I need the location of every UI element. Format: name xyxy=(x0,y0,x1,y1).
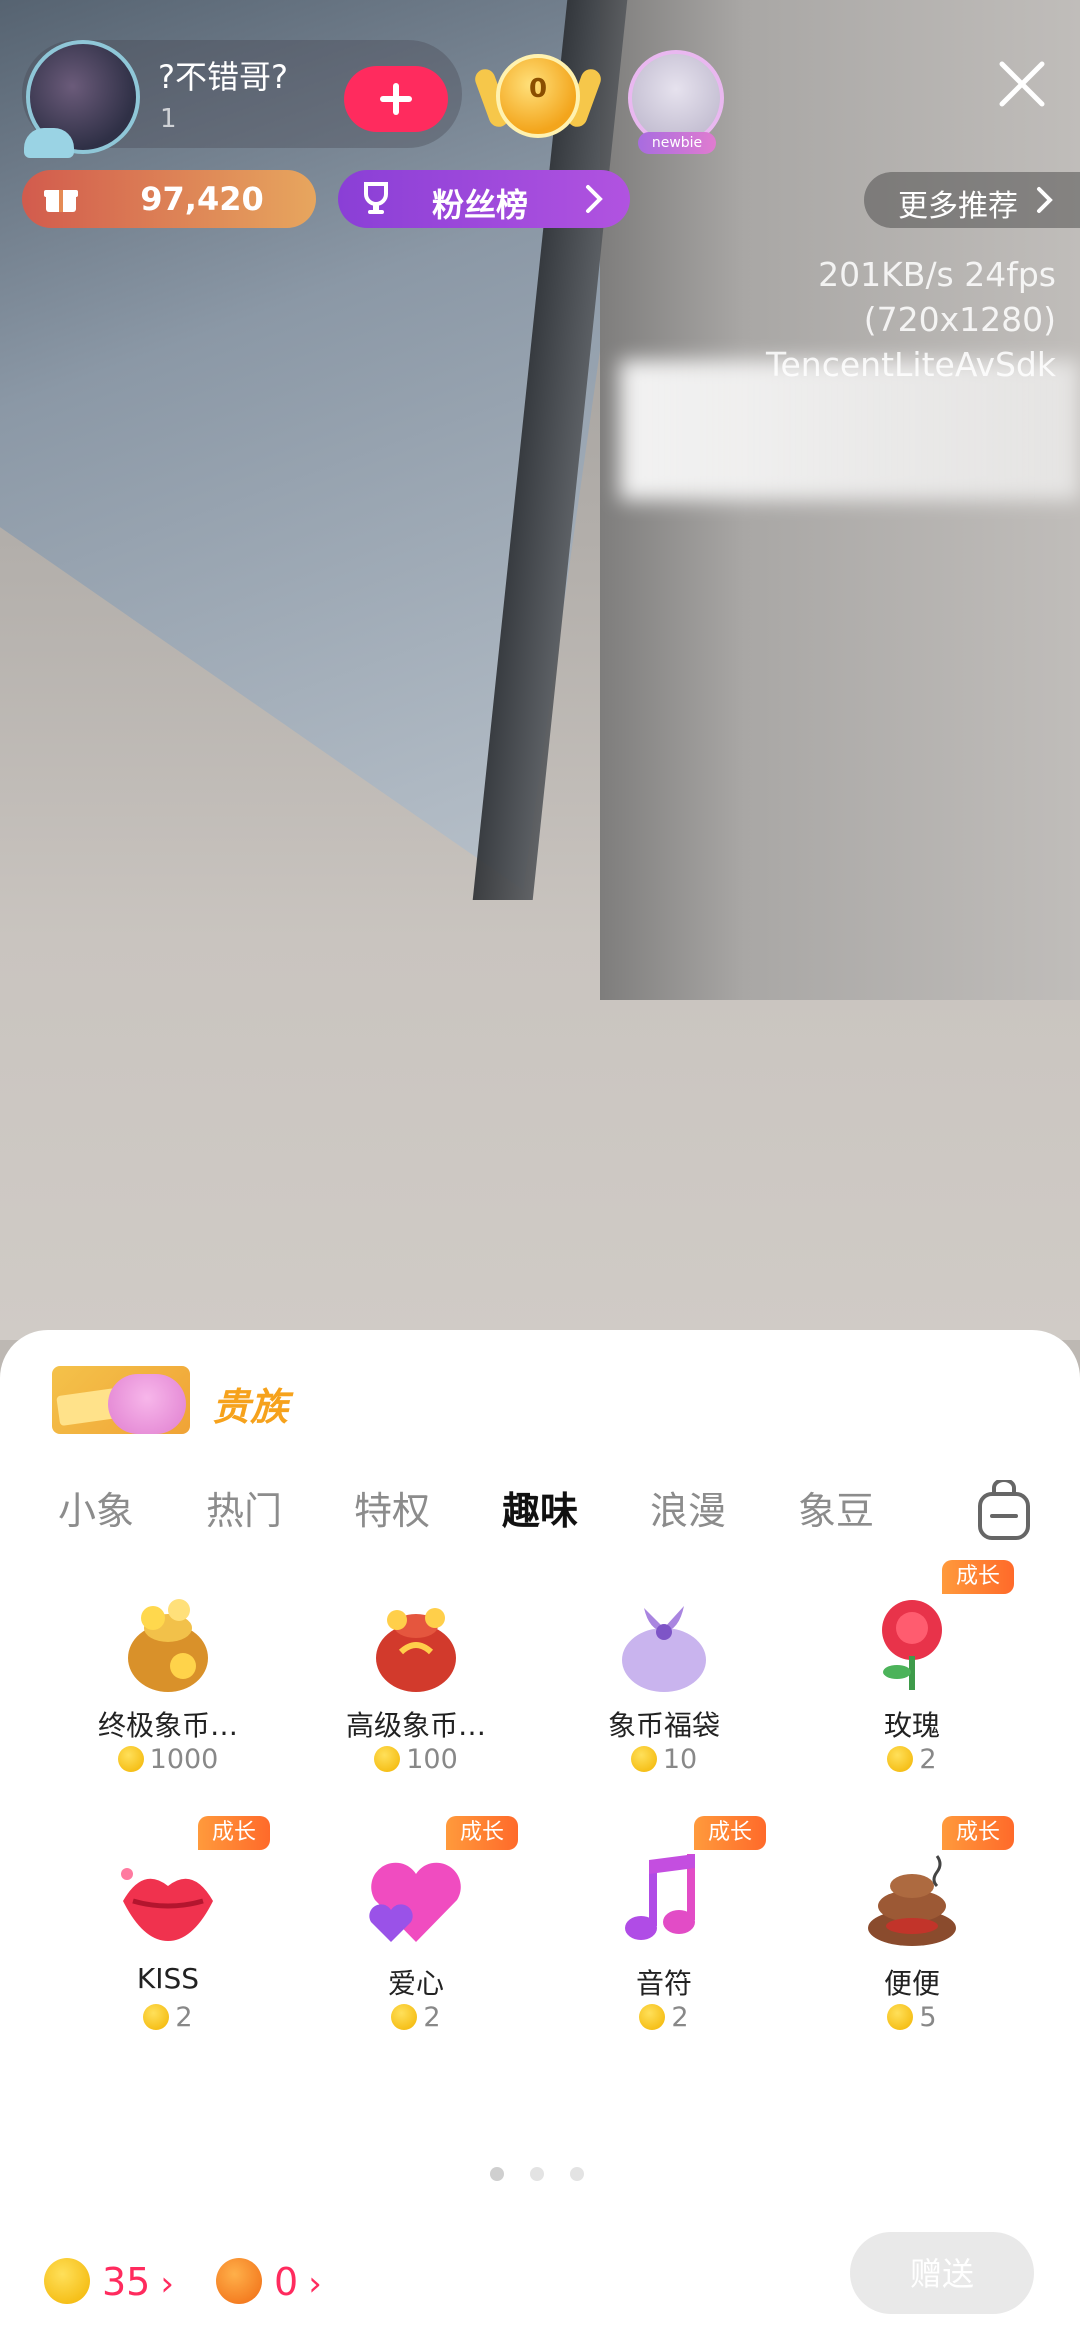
gift-item-music-note[interactable]: 成长 音符 2 xyxy=(534,1816,784,2066)
newbie-avatar-badge[interactable]: newbie xyxy=(620,42,732,154)
gift-price: 2 xyxy=(38,2002,298,2033)
gift-total-value: 97,420 xyxy=(140,180,264,218)
page-dot[interactable] xyxy=(530,2167,544,2181)
more-recommend-label: 更多推荐 xyxy=(898,189,1018,224)
gift-item-lucky-bag[interactable]: 象币福袋 10 xyxy=(534,1588,784,1808)
rose-icon xyxy=(882,1600,942,1690)
gift-item-rose[interactable]: 成长 玫瑰 2 xyxy=(782,1560,1032,1808)
stream-resolution: (720x1280) xyxy=(863,300,1056,339)
red-coin-bag-icon xyxy=(376,1608,456,1692)
page-dot[interactable] xyxy=(490,2167,504,2181)
growth-badge: 成长 xyxy=(446,1816,518,1850)
gold-coin-bag-icon xyxy=(128,1599,208,1692)
gift-category-tabs: 小象 热门 特权 趣味 浪漫 象豆 xyxy=(0,1480,1080,1550)
tab-fun[interactable]: 趣味 xyxy=(502,1480,578,1535)
gift-price: 2 xyxy=(534,2002,794,2033)
tab-romance[interactable]: 浪漫 xyxy=(650,1480,726,1535)
noble-banner[interactable] xyxy=(52,1366,190,1434)
host-name: ?不错哥? xyxy=(158,58,288,96)
gift-total-pill[interactable]: 97,420 xyxy=(22,170,316,228)
growth-badge: 成长 xyxy=(942,1816,1014,1850)
newbie-tag: newbie xyxy=(638,132,716,154)
coin-icon xyxy=(887,1746,914,1772)
gift-price: 2 xyxy=(782,1744,1042,1775)
gift-price: 1000 xyxy=(38,1744,298,1775)
coin-balance-value: 35 xyxy=(102,2260,151,2304)
coin-icon xyxy=(44,2258,90,2304)
bean-balance[interactable]: 0 › xyxy=(216,2258,322,2304)
gift-item-heart[interactable]: 成长 爱心 2 xyxy=(286,1816,536,2066)
backpack-icon[interactable] xyxy=(976,1480,1032,1542)
coin-icon xyxy=(117,1746,144,1772)
close-icon[interactable] xyxy=(994,56,1050,112)
gift-price: 5 xyxy=(782,2002,1042,2033)
gift-name: 高级象币… xyxy=(345,1709,486,1742)
gift-price: 2 xyxy=(286,2002,546,2033)
poop-icon xyxy=(868,1855,956,1946)
send-gift-button[interactable]: 赠送 xyxy=(850,2232,1034,2314)
more-recommend-button[interactable]: 更多推荐 xyxy=(864,172,1080,228)
gift-item-poop[interactable]: 成长 便便 5 xyxy=(782,1816,1032,2066)
coin-icon xyxy=(630,1746,657,1772)
gift-item-advanced-coin-bag[interactable]: 高级象币… 100 xyxy=(286,1588,536,1808)
tab-hot[interactable]: 热门 xyxy=(206,1480,282,1535)
growth-badge: 成长 xyxy=(198,1816,270,1850)
lips-icon xyxy=(121,1868,213,1941)
tab-privilege[interactable]: 特权 xyxy=(354,1480,430,1535)
bean-balance-value: 0 xyxy=(274,2260,299,2304)
stream-stats: 201KB/s 24fps (720x1280) TencentLiteAvSd… xyxy=(766,252,1056,387)
tab-beans[interactable]: 象豆 xyxy=(798,1480,874,1535)
chevron-right-icon: › xyxy=(160,2264,174,2304)
purple-lucky-bag-icon xyxy=(622,1606,706,1692)
gift-name: KISS xyxy=(136,1962,200,1995)
coin-icon xyxy=(887,2004,914,2030)
gift-name: 终极象币… xyxy=(97,1709,238,1742)
host-avatar[interactable] xyxy=(24,40,140,158)
fans-rank-label: 粉丝榜 xyxy=(432,186,529,224)
gift-name: 音符 xyxy=(635,1967,692,2000)
chevron-right-icon xyxy=(586,185,603,213)
trophy-icon xyxy=(364,182,388,214)
follow-button[interactable] xyxy=(344,66,448,132)
fans-rank-pill[interactable]: 粉丝榜 xyxy=(338,170,630,228)
growth-badge: 成长 xyxy=(694,1816,766,1850)
gift-box-icon xyxy=(44,190,78,212)
medal-badge[interactable]: 0 xyxy=(472,38,604,154)
gift-name: 便便 xyxy=(883,1967,940,2000)
page-indicator xyxy=(490,2166,610,2185)
growth-badge: 成长 xyxy=(942,1560,1014,1594)
noble-banner-text[interactable]: 贵族 xyxy=(212,1376,288,1431)
bean-icon xyxy=(216,2258,262,2304)
gift-name: 玫瑰 xyxy=(883,1709,940,1742)
elephant-mascot-icon xyxy=(108,1374,186,1434)
gift-price: 10 xyxy=(534,1744,794,1775)
coin-balance[interactable]: 35 › xyxy=(44,2258,174,2304)
coin-icon xyxy=(391,2004,418,2030)
gift-panel: 贵族 小象 热门 特权 趣味 浪漫 象豆 终极象币… 1000 高级象币… 10… xyxy=(0,1330,1080,2340)
plus-icon xyxy=(380,83,412,115)
page-dot[interactable] xyxy=(570,2167,584,2181)
gift-item-ultimate-coin-bag[interactable]: 终极象币… 1000 xyxy=(38,1588,288,1808)
gift-name: 象币福袋 xyxy=(607,1709,720,1742)
gift-item-kiss[interactable]: 成长 KISS 2 xyxy=(38,1816,288,2066)
stream-sdk: TencentLiteAvSdk xyxy=(765,345,1056,384)
coin-icon xyxy=(639,2004,666,2030)
tab-xiaoxiang[interactable]: 小象 xyxy=(58,1480,134,1535)
music-note-icon xyxy=(625,1854,695,1940)
heart-icon xyxy=(369,1862,461,1942)
viewer-count: 1 xyxy=(160,104,177,134)
medal-level: 0 xyxy=(528,74,548,104)
stream-bitrate: 201KB/s 24fps xyxy=(818,255,1056,294)
chevron-right-icon xyxy=(1037,187,1053,213)
gift-name: 爱心 xyxy=(387,1967,444,2000)
chevron-right-icon: › xyxy=(308,2264,322,2304)
coin-icon xyxy=(374,1746,401,1772)
coin-icon xyxy=(143,2004,170,2030)
gift-price: 100 xyxy=(286,1744,546,1775)
